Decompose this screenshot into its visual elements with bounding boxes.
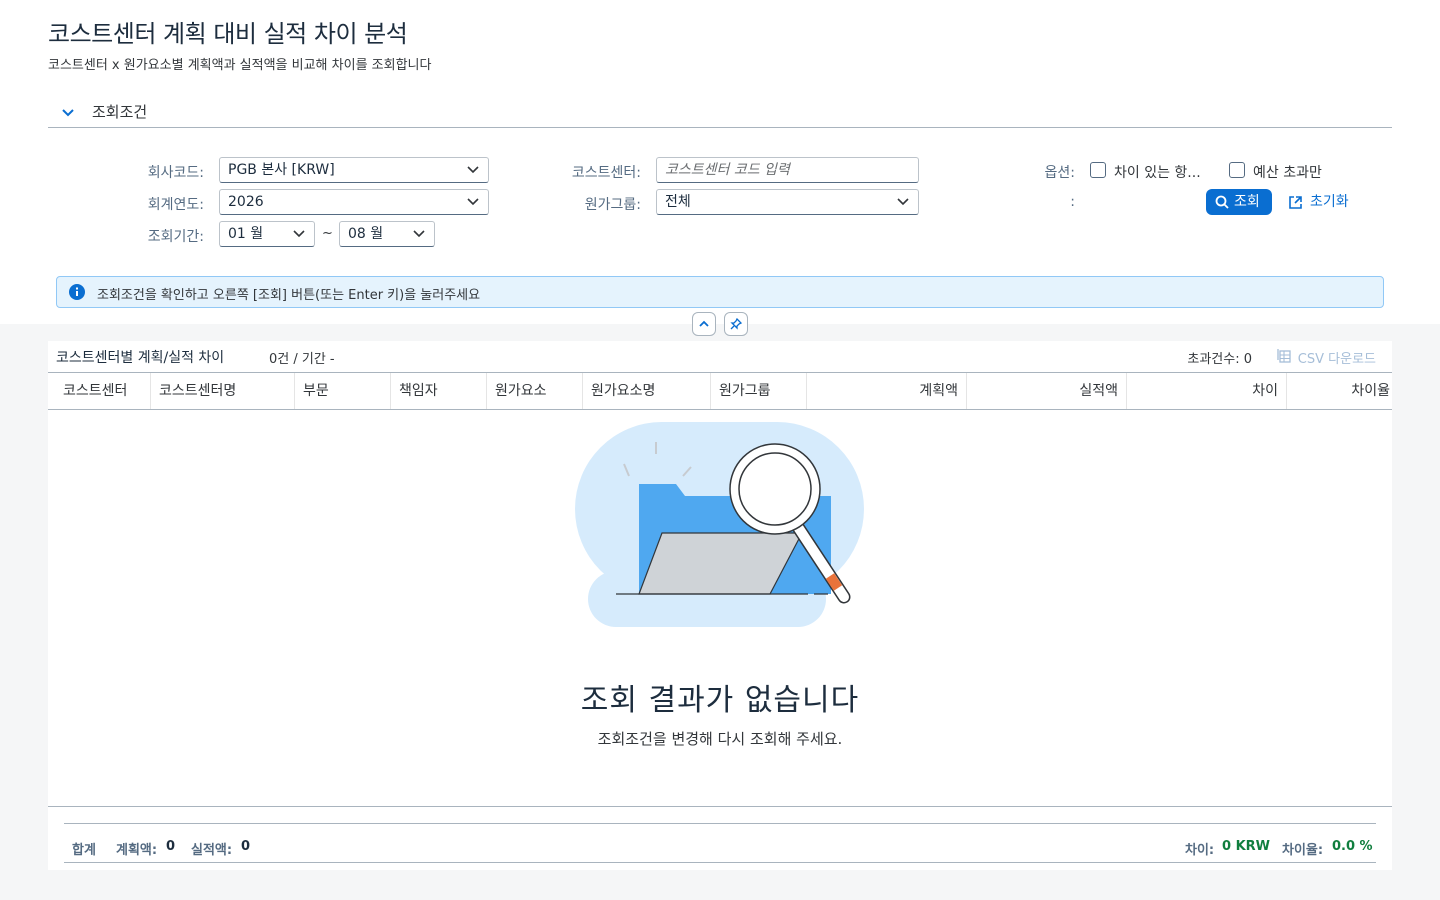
fiscal-year-select[interactable]: 2026: [219, 189, 489, 215]
cost-group-label: 원가그룹:: [584, 197, 641, 213]
cost-center-placeholder: 코스트센터 코드 입력: [665, 162, 790, 178]
table-export-icon: [1277, 349, 1291, 363]
period-to-value: 08 월: [348, 226, 384, 242]
chevron-down-icon: [897, 198, 909, 206]
page-subtitle: 코스트센터 x 원가요소별 계획액과 실적액을 비교해 차이를 조회합니다: [48, 58, 432, 73]
column-header-manager[interactable]: 책임자: [391, 373, 487, 409]
column-header-cost-element[interactable]: 원가요소: [487, 373, 583, 409]
chevron-down-icon: [467, 198, 479, 206]
csv-download-label: CSV 다운로드: [1297, 352, 1376, 367]
page-title: 코스트센터 계획 대비 실적 차이 분석: [48, 20, 408, 48]
search-button[interactable]: 조회: [1206, 189, 1272, 215]
results-panel: 코스트센터별 계획/실적 차이 0건 / 기간 - 초과건수: 0 CSV 다운…: [48, 341, 1392, 870]
pin-header-button[interactable]: [724, 312, 748, 336]
chevron-down-icon: [467, 166, 479, 174]
search-button-label: 조회: [1234, 194, 1260, 210]
column-header-department[interactable]: 부문: [295, 373, 391, 409]
info-icon: [69, 284, 85, 300]
table-bottom-divider: [48, 806, 1392, 807]
empty-search-illustration: [575, 422, 864, 627]
filter-section-header: 조회조건: [48, 96, 1392, 128]
column-header-plan-amount[interactable]: 계획액: [807, 373, 967, 409]
chevron-up-icon: [699, 320, 709, 327]
total-label: 합계: [72, 843, 96, 858]
diff-only-label[interactable]: 차이 있는 항...: [1114, 162, 1201, 182]
column-header-cost-element-name[interactable]: 원가요소명: [583, 373, 711, 409]
plan-total-label: 계획액:: [116, 843, 158, 858]
period-separator: ~: [322, 226, 333, 241]
info-message-strip: 조회조건을 확인하고 오른쪽 [조회] 버튼(또는 Enter 키)을 눌러주세…: [56, 276, 1384, 308]
chevron-down-icon: [413, 230, 425, 238]
reset-icon: [1289, 196, 1302, 209]
period-to-select[interactable]: 08 월: [339, 221, 435, 247]
company-code-value: PGB 본사 [KRW]: [228, 162, 335, 178]
action-label: :: [1070, 194, 1075, 210]
pin-icon: [730, 318, 742, 330]
company-code-select[interactable]: PGB 본사 [KRW]: [219, 157, 489, 183]
cost-group-value: 전체: [665, 194, 691, 210]
plan-total-value: 0: [166, 839, 176, 854]
chevron-down-icon[interactable]: [58, 102, 78, 122]
table-title: 코스트센터별 계획/실적 차이: [56, 350, 225, 366]
header-area: 코스트센터 계획 대비 실적 차이 분석 코스트센터 x 원가요소별 계획액과 …: [0, 0, 1440, 324]
company-code-label: 회사코드:: [147, 165, 204, 181]
period-from-select[interactable]: 01 월: [219, 221, 315, 247]
table-header: 코스트센터 코스트센터명 부문 책임자 원가요소 원가요소명 원가그룹 계획액 …: [48, 372, 1392, 410]
csv-download-button[interactable]: CSV 다운로드: [1276, 348, 1376, 367]
reset-button[interactable]: 초기화: [1288, 189, 1349, 215]
info-message: 조회조건을 확인하고 오른쪽 [조회] 버튼(또는 Enter 키)을 눌러주세…: [97, 288, 481, 303]
variance-rate-value: 0.0 %: [1332, 839, 1373, 854]
column-header-variance[interactable]: 차이: [1127, 373, 1287, 409]
table-meta: 0건 / 기간 -: [269, 352, 335, 367]
period-label: 조회기간:: [147, 229, 204, 245]
column-header-actual-amount[interactable]: 실적액: [967, 373, 1127, 409]
column-header-cost-group[interactable]: 원가그룹: [711, 373, 807, 409]
period-from-value: 01 월: [228, 226, 264, 242]
empty-state-message: 조회조건을 변경해 다시 조회해 주세요.: [597, 730, 843, 748]
over-budget-label[interactable]: 예산 초과만: [1253, 162, 1322, 182]
column-header-cost-center[interactable]: 코스트센터: [55, 373, 151, 409]
chevron-down-icon: [293, 230, 305, 238]
fiscal-year-value: 2026: [228, 194, 264, 210]
column-header-variance-rate[interactable]: 차이율: [1287, 373, 1392, 409]
search-icon: [1215, 195, 1229, 209]
diff-only-checkbox[interactable]: [1090, 162, 1106, 178]
variance-total-value: 0 KRW: [1222, 839, 1270, 854]
exceed-count: 초과건수: 0: [1187, 352, 1252, 367]
actual-total-value: 0: [241, 839, 251, 854]
filter-section-title: 조회조건: [92, 103, 148, 121]
options-label: 옵션:: [1044, 165, 1075, 181]
over-budget-checkbox[interactable]: [1229, 162, 1245, 178]
column-header-cost-center-name[interactable]: 코스트센터명: [151, 373, 295, 409]
empty-state-title: 조회 결과가 없습니다: [580, 683, 860, 718]
actual-total-label: 실적액:: [191, 843, 233, 858]
reset-button-label: 초기화: [1310, 194, 1349, 210]
summary-footer: 합계 계획액: 0 실적액: 0 차이: 0 KRW 차이율: 0.0 %: [64, 823, 1376, 863]
collapse-header-button[interactable]: [692, 312, 716, 336]
cost-center-input[interactable]: 코스트센터 코드 입력: [656, 157, 919, 183]
variance-total-label: 차이:: [1185, 843, 1215, 858]
fiscal-year-label: 회계연도:: [147, 197, 204, 213]
cost-center-label: 코스트센터:: [571, 165, 641, 181]
variance-rate-label: 차이율:: [1282, 843, 1324, 858]
cost-group-select[interactable]: 전체: [656, 189, 919, 215]
